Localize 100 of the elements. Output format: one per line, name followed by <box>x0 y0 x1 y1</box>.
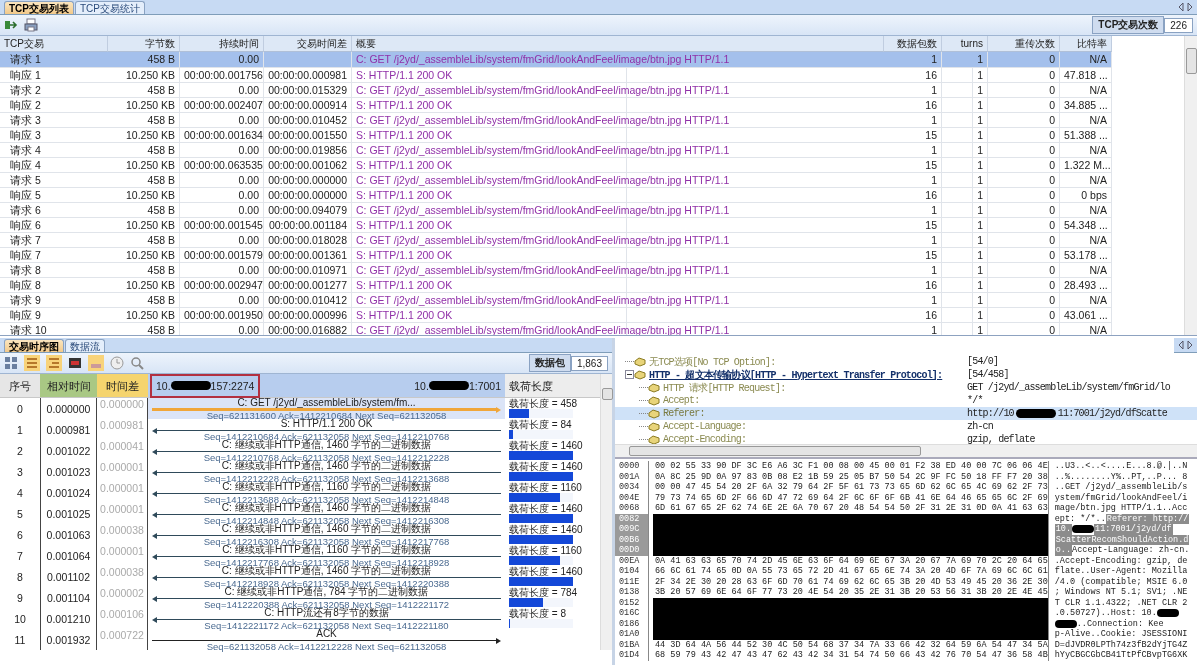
offset-label: 01BA <box>615 639 649 650</box>
search-icon[interactable] <box>130 356 144 370</box>
column-header[interactable]: 重传次数 <box>988 36 1060 52</box>
tree-label[interactable]: HTTP - 超文本传输协议[HTTP - Hypertext Transfer Protocol]: <box>646 367 967 382</box>
sequence-text: Seq=621132058 Ack=1412212228 Next Seq=621132058 <box>205 642 448 652</box>
address-box[interactable]: 10. 157:2274 <box>150 373 261 398</box>
arrow[interactable] <box>152 555 501 558</box>
tab[interactable]: TCP交易列表 <box>4 1 74 14</box>
scrollbar[interactable] <box>615 444 1197 457</box>
tree-label[interactable]: Accept-Language: <box>660 421 967 432</box>
list-icon[interactable] <box>24 355 40 371</box>
tree-label[interactable]: HTTP 请求[HTTP Request]: <box>660 380 967 395</box>
relative-time: 0.001063 <box>46 528 91 541</box>
tree-label[interactable]: Referer: <box>660 408 967 419</box>
relative-time: 0.001064 <box>46 549 91 562</box>
offset-label: 0034 <box>615 482 649 493</box>
arrow[interactable] <box>152 471 501 474</box>
table-cell: 16 <box>884 308 942 323</box>
table-cell: 1 <box>884 323 942 335</box>
table-cell: 10.250 KB <box>108 158 180 173</box>
arrow[interactable] <box>152 534 501 537</box>
packet-number: 3 <box>17 465 23 478</box>
column-header[interactable]: turns <box>942 36 988 52</box>
table-cell: 1 <box>884 203 942 218</box>
export-icon[interactable] <box>4 19 18 31</box>
column-header[interactable]: 比特率 <box>1060 36 1112 52</box>
printer-icon[interactable] <box>24 18 38 32</box>
column-header[interactable]: TCP交易 <box>0 36 108 52</box>
scroll-left-icon[interactable] <box>1178 3 1184 11</box>
arrow[interactable] <box>152 429 501 432</box>
tab[interactable]: TCP交易统计 <box>75 1 145 14</box>
hex-bytes: 00 02 55 33 90 DF 3C E6 A6 3C F1 00 08 00 45 00 01 F2 38 ED 40 00 7C 06 06 4E <box>649 461 1049 472</box>
table-cell: 458 B <box>108 113 180 128</box>
table-cell: 0 <box>988 308 1060 323</box>
tree-label[interactable]: Accept-Encoding: <box>660 434 967 444</box>
column-header[interactable]: 时间差 <box>97 374 148 398</box>
payload-label: 载荷长度 = 1460 <box>509 566 583 577</box>
table-cell: 1 <box>942 278 988 293</box>
sequence-text: Seq=1412221172 Ack=621132058 Next Seq=1412221180 <box>203 621 450 631</box>
payload-label: 载荷长度 = 8 <box>509 608 566 619</box>
ascii-text: D=dJVDR0LPTh74z3fB2dYjTG4Z <box>1054 639 1188 650</box>
tab[interactable]: 交易时序图 <box>4 339 64 352</box>
table-cell: 1 <box>884 233 942 248</box>
arrow[interactable] <box>152 576 501 579</box>
time-delta: 0.000001 <box>100 545 144 557</box>
table-cell: 16 <box>884 278 942 293</box>
tree-value: 11:7001/j2yd/dfScatte <box>1057 408 1168 419</box>
table-cell: 1 <box>942 158 988 173</box>
hex-bytes: 00 00 47 45 54 20 2F 6A 32 79 64 2F 5F 61 73 73 65 6D 62 6C 65 4C 69 62 2F 73 <box>649 482 1049 493</box>
tree-label[interactable]: 无TCP选项[No TCP Option]: <box>646 354 967 369</box>
arrow[interactable] <box>152 639 501 642</box>
redaction-bar <box>1072 525 1095 534</box>
table-cell: 458 B <box>108 143 180 158</box>
table-cell: 0 <box>988 293 1060 308</box>
column-header[interactable]: 概要 <box>352 36 884 52</box>
column-header[interactable]: 交易时间差 <box>264 36 352 52</box>
column-header[interactable]: 持续时间 <box>180 36 264 52</box>
table-cell: 34.885 ... <box>1060 98 1112 113</box>
arrow[interactable] <box>152 513 501 516</box>
tree-value: */* <box>967 395 983 406</box>
indent-list-icon[interactable] <box>46 355 62 371</box>
arrow[interactable] <box>152 618 501 621</box>
packet-label: C: 继续或非HTTP通信, 1460 字节的二进制数据 <box>221 566 432 576</box>
tab[interactable]: 数据流 <box>65 339 105 352</box>
hex-bytes: 2F 34 2E 30 20 28 63 6F 6D 70 61 74 69 62 6C 65 3B 20 4D 53 49 45 20 36 2E 30 <box>649 576 1049 587</box>
node-icon <box>648 382 660 393</box>
table-cell: 00:00:00.000000 <box>264 188 352 203</box>
scrollbar[interactable] <box>1184 36 1197 335</box>
column-header[interactable]: 序号 <box>0 374 40 398</box>
grid-icon[interactable] <box>4 356 18 370</box>
redaction-bar <box>1054 619 1077 628</box>
scroll-right-icon[interactable] <box>1187 3 1193 11</box>
chip-icon[interactable] <box>68 356 82 370</box>
table-cell: 458 B <box>108 203 180 218</box>
column-header[interactable]: 相对时间 <box>40 374 97 398</box>
scroll-left-icon[interactable] <box>1178 341 1184 349</box>
ascii-text: /4.0 (compatible; MSIE 6.0 <box>1054 576 1188 587</box>
table-cell: 00:00:00.002947 <box>180 278 264 293</box>
table-cell: 10.250 KB <box>108 308 180 323</box>
packet-number: 11 <box>14 633 26 646</box>
column-header[interactable]: 数据包数 <box>884 36 942 52</box>
column-header[interactable]: 字节数 <box>108 36 180 52</box>
packet-number: 9 <box>17 591 23 604</box>
table-cell: 458 B <box>108 233 180 248</box>
collapse-icon[interactable] <box>625 370 634 379</box>
offset-label: 016C <box>615 608 649 619</box>
arrow[interactable] <box>152 492 501 495</box>
scrollbar[interactable] <box>600 374 612 650</box>
arrow[interactable] <box>152 450 501 453</box>
tree-label[interactable]: Accept: <box>660 395 967 406</box>
time-delta: 0.000001 <box>100 503 144 515</box>
column-header[interactable]: 载荷长度 <box>505 374 600 398</box>
table-cell: 0.00 <box>180 188 264 203</box>
scroll-right-icon[interactable] <box>1187 341 1193 349</box>
table-cell: 458 B <box>108 173 180 188</box>
arrow[interactable] <box>152 597 501 600</box>
table-cell: 1 <box>942 263 988 278</box>
packet-number: 8 <box>17 570 23 583</box>
table-cell: 10.250 KB <box>108 128 180 143</box>
count-label: TCP交易次数 <box>1092 16 1165 34</box>
